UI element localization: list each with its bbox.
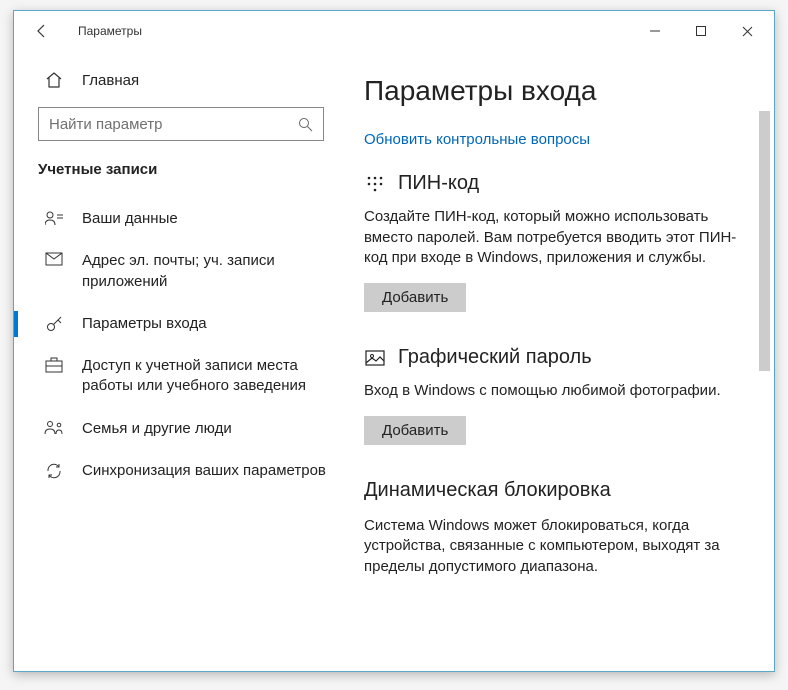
people-icon	[44, 420, 64, 436]
pin-header: ПИН-код	[364, 172, 752, 195]
keypad-icon	[364, 173, 386, 195]
maximize-button[interactable]	[678, 15, 724, 47]
nav-sync[interactable]: Синхронизация ваших параметров	[14, 450, 344, 492]
picture-add-button[interactable]: Добавить	[364, 416, 466, 445]
scrollbar-track	[757, 111, 773, 665]
picture-title: Графический пароль	[398, 346, 592, 369]
section-picture-password: Графический пароль Вход в Windows с помо…	[364, 346, 752, 445]
nav-list: Ваши данные Адрес эл. почты; уч. записи …	[14, 188, 344, 492]
nav-work-access[interactable]: Доступ к учетной записи места работы или…	[14, 345, 344, 408]
main-panel: Параметры входа Обновить контрольные воп…	[344, 51, 774, 671]
picture-header: Графический пароль	[364, 346, 752, 369]
window-title: Параметры	[78, 24, 142, 38]
pin-description: Создайте ПИН-код, который можно использо…	[364, 207, 744, 269]
nav-your-info[interactable]: Ваши данные	[14, 198, 344, 240]
sync-icon	[44, 462, 64, 480]
person-icon	[44, 210, 64, 226]
nav-label: Доступ к учетной записи места работы или…	[82, 356, 326, 397]
nav-family[interactable]: Семья и другие люди	[14, 408, 344, 450]
home-icon	[44, 71, 64, 89]
nav-home[interactable]: Главная	[14, 63, 344, 97]
pin-add-button[interactable]: Добавить	[364, 283, 466, 312]
nav-home-label: Главная	[82, 72, 139, 89]
titlebar: Параметры	[14, 11, 774, 51]
nav-label: Синхронизация ваших параметров	[82, 461, 326, 481]
minimize-button[interactable]	[632, 15, 678, 47]
content-area: Главная Учетные записи Ваши данные	[14, 51, 774, 671]
key-icon	[44, 315, 64, 333]
dynamic-description: Система Windows может блокироваться, ког…	[364, 516, 744, 578]
nav-label: Адрес эл. почты; уч. записи приложений	[82, 251, 326, 292]
page-heading: Параметры входа	[364, 75, 752, 107]
nav-label: Параметры входа	[82, 314, 207, 334]
settings-window: Параметры Главная	[13, 10, 775, 672]
search-container	[14, 97, 344, 143]
close-button[interactable]	[724, 15, 770, 47]
nav-email-accounts[interactable]: Адрес эл. почты; уч. записи приложений	[14, 240, 344, 303]
search-icon	[288, 117, 323, 132]
section-dynamic-lock: Динамическая блокировка Система Windows …	[364, 479, 752, 578]
scrollbar[interactable]	[757, 111, 773, 665]
nav-label: Семья и другие люди	[82, 419, 232, 439]
picture-icon	[364, 347, 386, 369]
update-questions-link[interactable]: Обновить контрольные вопросы	[364, 131, 590, 148]
picture-description: Вход в Windows с помощью любимой фотогра…	[364, 381, 744, 402]
dynamic-title: Динамическая блокировка	[364, 479, 752, 502]
nav-label: Ваши данные	[82, 209, 178, 229]
sidebar-section-title: Учетные записи	[14, 143, 344, 188]
window-controls	[632, 15, 770, 47]
briefcase-icon	[44, 357, 64, 373]
search-input[interactable]	[39, 116, 288, 133]
mail-icon	[44, 252, 64, 266]
scrollbar-thumb[interactable]	[759, 111, 770, 371]
nav-signin-options[interactable]: Параметры входа	[14, 303, 344, 345]
back-button[interactable]	[24, 13, 60, 49]
pin-title: ПИН-код	[398, 172, 479, 195]
sidebar: Главная Учетные записи Ваши данные	[14, 51, 344, 671]
section-pin: ПИН-код Создайте ПИН-код, который можно …	[364, 172, 752, 312]
search-box[interactable]	[38, 107, 324, 141]
